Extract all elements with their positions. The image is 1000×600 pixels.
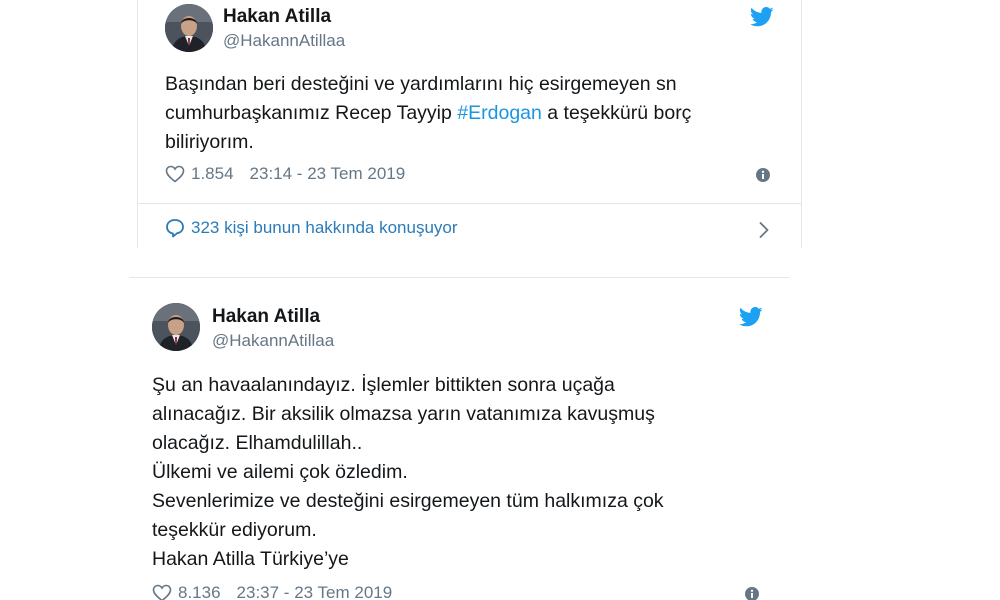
- tweet-text: Başından beri desteğini ve yardımlarını …: [165, 70, 691, 157]
- tweet-text-line: olacağız. Elhamdulillah..: [152, 432, 363, 454]
- heart-icon[interactable]: [152, 584, 172, 600]
- conversation-link[interactable]: 323 kişi bunun hakkında konuşuyor: [165, 218, 458, 238]
- tweet-card: Hakan Atilla @HakannAtillaa Başından ber…: [137, 0, 802, 248]
- tweet-timestamp[interactable]: 23:14 - 23 Tem 2019: [250, 164, 406, 184]
- tweet-text: Şu an havaalanındayız. İşlemler bittikte…: [152, 371, 664, 574]
- tweet-text-line: Sevenlerimize ve desteğini esirgemeyen t…: [152, 490, 664, 512]
- avatar[interactable]: [165, 4, 213, 52]
- username-handle[interactable]: @HakannAtillaa: [212, 331, 334, 351]
- screenshot-page: Hakan Atilla @HakannAtillaa Başından ber…: [0, 0, 1000, 600]
- tweet-text-line: teşekkür ediyorum.: [152, 519, 317, 541]
- tweet-text-line: Başından beri desteğini ve yardımlarını …: [165, 73, 677, 95]
- tweet-text-line: biliriyorım.: [165, 131, 254, 153]
- tweet-text-line: Şu an havaalanındayız. İşlemler bittikte…: [152, 374, 615, 396]
- heart-icon[interactable]: [165, 165, 185, 183]
- hashtag-link[interactable]: #Erdogan: [457, 102, 542, 124]
- chevron-right-icon[interactable]: [758, 221, 770, 239]
- tweet-card: Hakan Atilla @HakannAtillaa Şu an havaal…: [129, 277, 789, 600]
- tweet-text-line: Hakan Atilla Türkiye’ye: [152, 548, 349, 570]
- display-name[interactable]: Hakan Atilla: [212, 306, 320, 328]
- avatar[interactable]: [152, 303, 200, 351]
- twitter-bird-icon[interactable]: [739, 307, 763, 327]
- divider: [138, 203, 801, 204]
- conversation-label: 323 kişi bunun hakkında konuşuyor: [191, 218, 458, 237]
- speech-bubble-icon: [166, 219, 184, 238]
- info-icon[interactable]: [756, 168, 770, 182]
- tweet-meta: 1.854 23:14 - 23 Tem 2019: [165, 164, 405, 184]
- display-name[interactable]: Hakan Atilla: [223, 6, 331, 28]
- like-count[interactable]: 1.854: [191, 164, 234, 184]
- username-handle[interactable]: @HakannAtillaa: [223, 31, 345, 51]
- twitter-bird-icon[interactable]: [750, 7, 774, 27]
- tweet-meta: 8.136 23:37 - 23 Tem 2019: [152, 583, 392, 600]
- info-icon[interactable]: [745, 587, 759, 600]
- tweet-text-line: alınacağız. Bir aksilik olmazsa yarın va…: [152, 403, 655, 425]
- tweet-text-line: Ülkemi ve ailemi çok özledim.: [152, 461, 408, 483]
- like-count[interactable]: 8.136: [178, 583, 221, 600]
- tweet-timestamp[interactable]: 23:37 - 23 Tem 2019: [237, 583, 393, 600]
- tweet-text-line: cumhurbaşkanımız Recep Tayyip #Erdogan a…: [165, 102, 692, 124]
